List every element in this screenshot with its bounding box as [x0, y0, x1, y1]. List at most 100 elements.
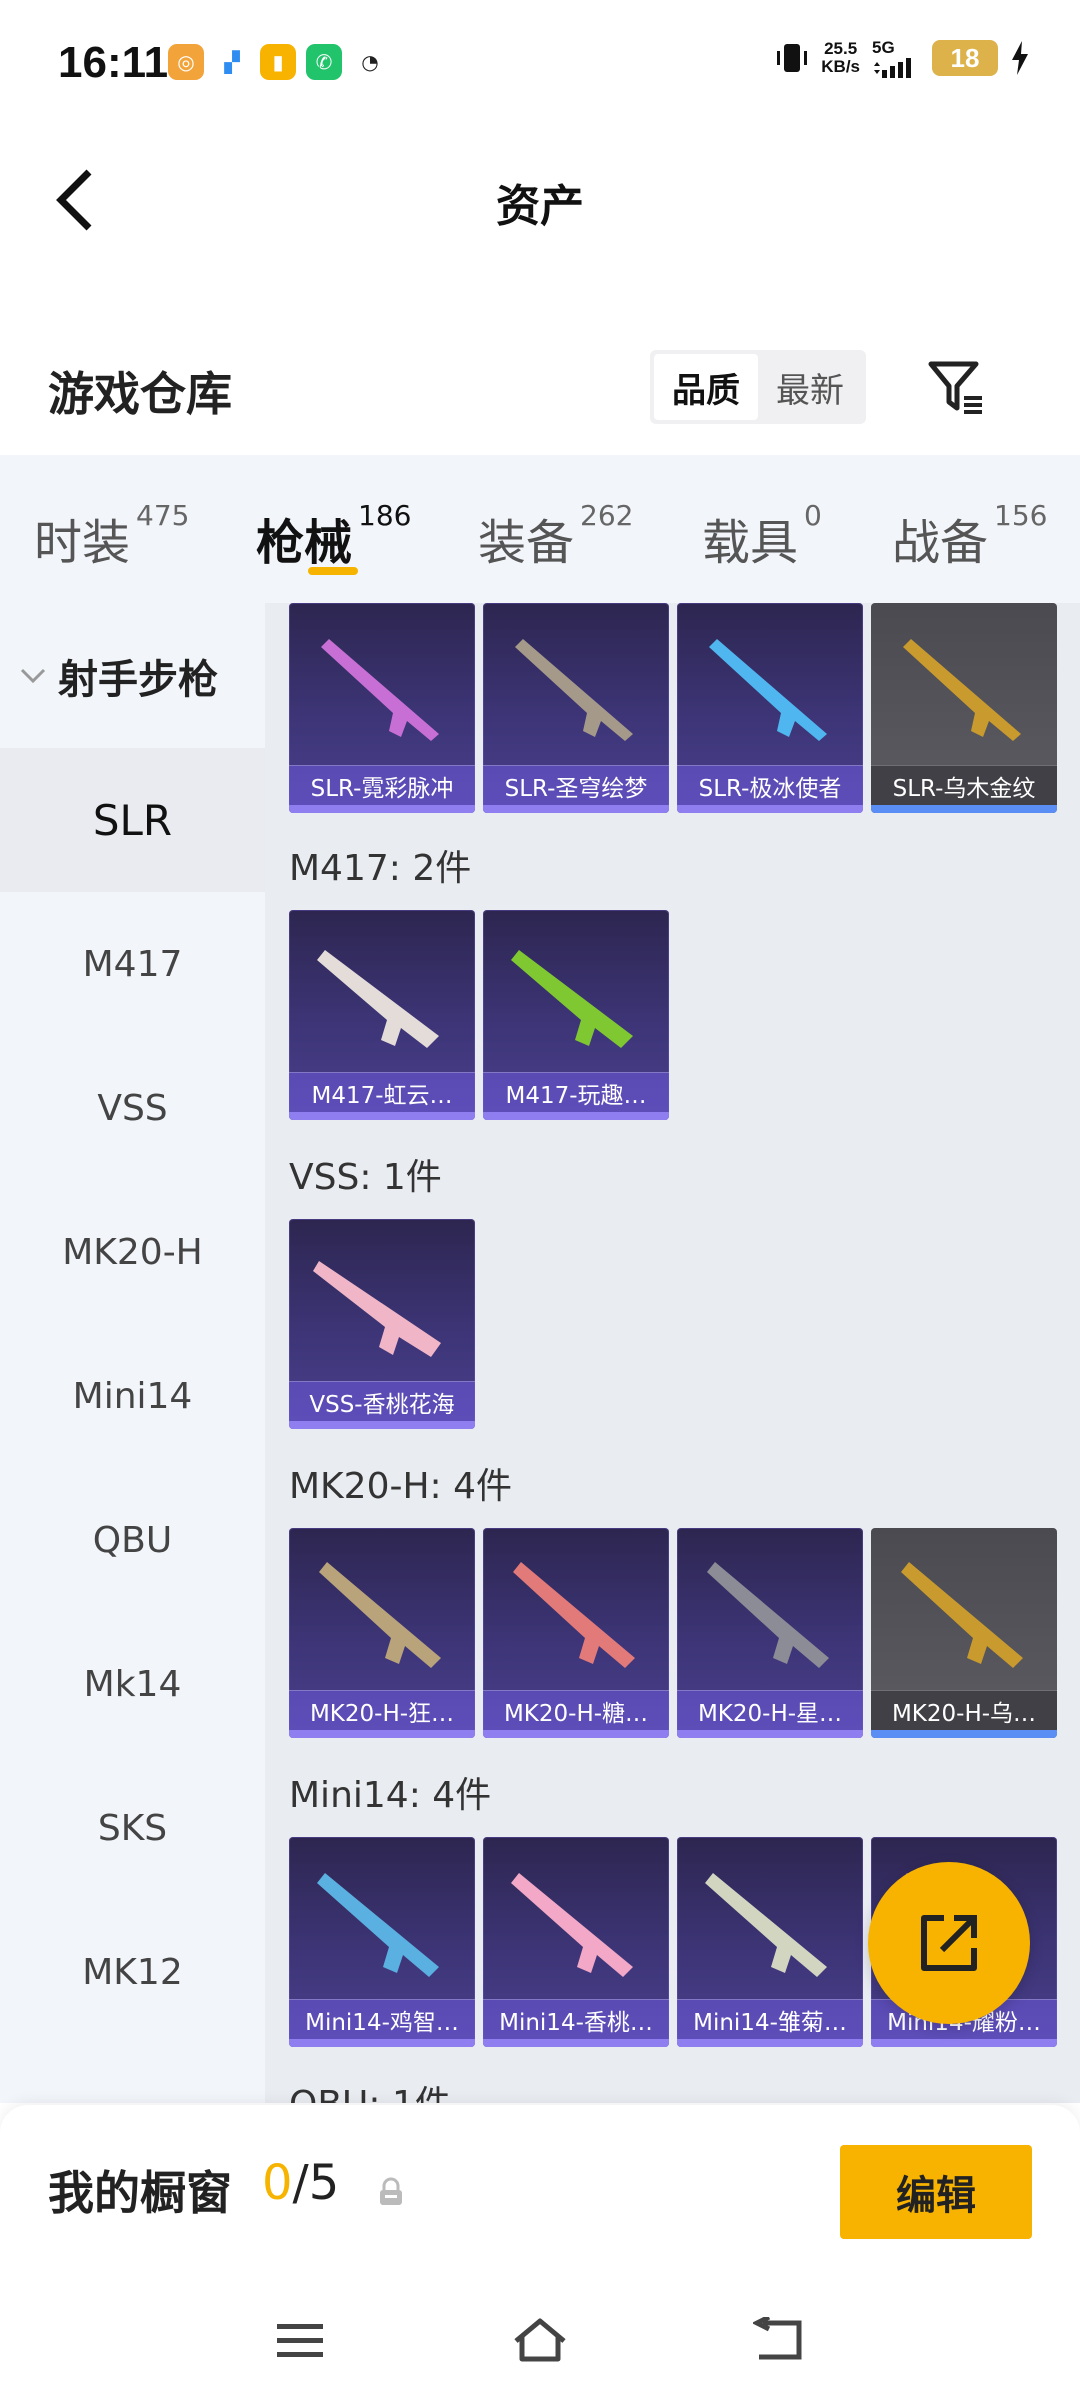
tab-count: 156 — [994, 499, 1048, 532]
sidebar-item-mk14[interactable]: Mk14 — [0, 1612, 265, 1756]
tab-label: 枪械 — [256, 515, 353, 571]
sidebar-item-sks[interactable]: SKS — [0, 1756, 265, 1900]
status-right: 25.5 KB/s 5G 18 — [775, 38, 1030, 78]
skin-card[interactable]: M417-玩趣… — [483, 910, 669, 1120]
rarity-strip — [289, 1730, 475, 1738]
filter-button[interactable] — [920, 352, 992, 424]
showcase-current: 0 — [262, 2155, 293, 2211]
app-notification-icon: ◎ — [168, 44, 204, 80]
sidebar-item-m417[interactable]: M417 — [0, 892, 265, 1036]
tab-firearms[interactable]: 枪械 186 — [256, 499, 411, 573]
skin-card[interactable]: Mini14-鸡智… — [289, 1837, 475, 2047]
status-time: 16:11 — [58, 38, 169, 87]
weapon-type-sidebar: 射手步枪 SLR M417 VSS MK20-H Mini14 QBU Mk14… — [0, 603, 265, 2103]
battery-indicator: 18 — [932, 40, 998, 76]
skin-name: MK20-H-乌… — [871, 1690, 1057, 1730]
sidebar-item-qbu[interactable]: QBU — [0, 1468, 265, 1612]
tab-count: 0 — [804, 499, 822, 532]
sidebar-item-mk12[interactable]: MK12 — [0, 1900, 265, 2044]
tab-label: 装备 — [478, 515, 575, 571]
group-label: M417: 2件 — [289, 848, 472, 889]
skin-name: M417-玩趣… — [483, 1072, 669, 1112]
rarity-strip — [483, 1730, 669, 1738]
rifle-icon — [511, 950, 633, 1048]
net-speed: 25.5 KB/s — [821, 40, 860, 76]
rifle-icon — [513, 1562, 635, 1668]
rarity-strip — [289, 1112, 475, 1120]
skin-card[interactable]: MK20-H-狂… — [289, 1528, 475, 1738]
showcase-count: 0/5 — [262, 2155, 339, 2211]
skin-name: MK20-H-糖… — [483, 1690, 669, 1730]
sort-quality-option[interactable]: 品质 — [654, 354, 758, 420]
skin-card[interactable]: Mini14-雏菊… — [677, 1837, 863, 2047]
rifle-icon — [707, 1562, 829, 1668]
page-title: 资产 — [496, 181, 584, 232]
group-label: MK20-H: 4件 — [289, 1466, 513, 1507]
sidebar-group-label: 射手步枪 — [58, 656, 218, 703]
skin-name: Mini14-鸡智… — [289, 1999, 475, 2039]
chevron-down-icon — [20, 668, 46, 683]
section-title: 游戏仓库 — [48, 367, 232, 421]
rarity-strip — [677, 805, 863, 813]
tab-label: 时装 — [34, 515, 131, 571]
skin-card[interactable]: MK20-H-乌… — [871, 1528, 1057, 1738]
tab-equipment[interactable]: 装备 262 — [478, 499, 633, 573]
share-fab[interactable] — [868, 1862, 1030, 2024]
rarity-strip — [871, 2039, 1057, 2047]
status-bar: 16:11 ◎ ▞ ▮ ✆ ◔ 25.5 KB/s 5G 18 — [0, 0, 1080, 130]
tab-label: 载具 — [702, 515, 799, 571]
sidebar-item-slr[interactable]: SLR — [0, 748, 265, 892]
skin-name: Mini14-香桃… — [483, 1999, 669, 2039]
skin-card[interactable]: SLR-圣穹绘梦 — [483, 603, 669, 813]
skin-card[interactable]: M417-虹云… — [289, 910, 475, 1120]
home-button[interactable] — [500, 2305, 580, 2375]
group-label: VSS: 1件 — [289, 1157, 442, 1198]
warehouse-header: 游戏仓库 品质 最新 — [0, 330, 1080, 450]
edit-button[interactable]: 编辑 — [840, 2145, 1032, 2239]
sort-toggle: 品质 最新 — [650, 350, 866, 424]
tab-label: 战备 — [892, 515, 989, 571]
net-speed-unit: KB/s — [821, 57, 860, 76]
lock-icon — [380, 2177, 402, 2205]
sidebar-group-header[interactable]: 射手步枪 — [0, 603, 265, 748]
tab-count: 262 — [580, 499, 634, 532]
back-nav-icon — [753, 2317, 802, 2360]
rifle-icon — [709, 639, 827, 741]
tab-count: 186 — [358, 499, 412, 532]
skin-name: SLR-极冰使者 — [677, 765, 863, 805]
skin-card[interactable]: Mini14-香桃… — [483, 1837, 669, 2047]
rifle-icon — [317, 950, 439, 1048]
menu-button[interactable] — [260, 2305, 340, 2375]
signal-icon — [874, 58, 911, 78]
skin-card[interactable]: SLR-霓彩脉冲 — [289, 603, 475, 813]
skin-card[interactable]: MK20-H-糖… — [483, 1528, 669, 1738]
skin-name: SLR-圣穹绘梦 — [483, 765, 669, 805]
back-nav-button[interactable] — [740, 2305, 820, 2375]
app-notification-icon: ◔ — [361, 50, 379, 74]
rifle-icon — [317, 1873, 439, 1977]
skin-name: SLR-乌木金纹 — [871, 765, 1057, 805]
skin-card[interactable]: VSS-香桃花海 — [289, 1219, 475, 1429]
sidebar-item-vss[interactable]: VSS — [0, 1036, 265, 1180]
sidebar-item-mk20h[interactable]: MK20-H — [0, 1180, 265, 1324]
skin-card[interactable]: MK20-H-星… — [677, 1528, 863, 1738]
app-notification-icon: ▮ — [260, 44, 296, 80]
skin-name: Mini14-雏菊… — [677, 1999, 863, 2039]
rarity-strip — [677, 1730, 863, 1738]
rifle-icon — [705, 1873, 827, 1977]
sidebar-item-mini14[interactable]: Mini14 — [0, 1324, 265, 1468]
tab-vehicles[interactable]: 载具 0 — [702, 499, 822, 573]
skin-card[interactable]: SLR-乌木金纹 — [871, 603, 1057, 813]
notification-icons: ◎ ▞ ▮ ✆ ◔ — [168, 44, 388, 80]
rarity-strip — [871, 805, 1057, 813]
skin-card[interactable]: SLR-极冰使者 — [677, 603, 863, 813]
active-tab-indicator — [308, 567, 358, 575]
network-type: 5G — [872, 38, 895, 57]
group-label: Mini14: 4件 — [289, 1775, 492, 1816]
rarity-strip — [289, 2039, 475, 2047]
sort-newest-option[interactable]: 最新 — [758, 354, 862, 420]
net-speed-value: 25.5 — [824, 39, 858, 58]
tab-tactical[interactable]: 战备 156 — [892, 499, 1047, 573]
tab-fashion[interactable]: 时装 475 — [34, 499, 189, 573]
charging-icon — [1012, 41, 1028, 75]
